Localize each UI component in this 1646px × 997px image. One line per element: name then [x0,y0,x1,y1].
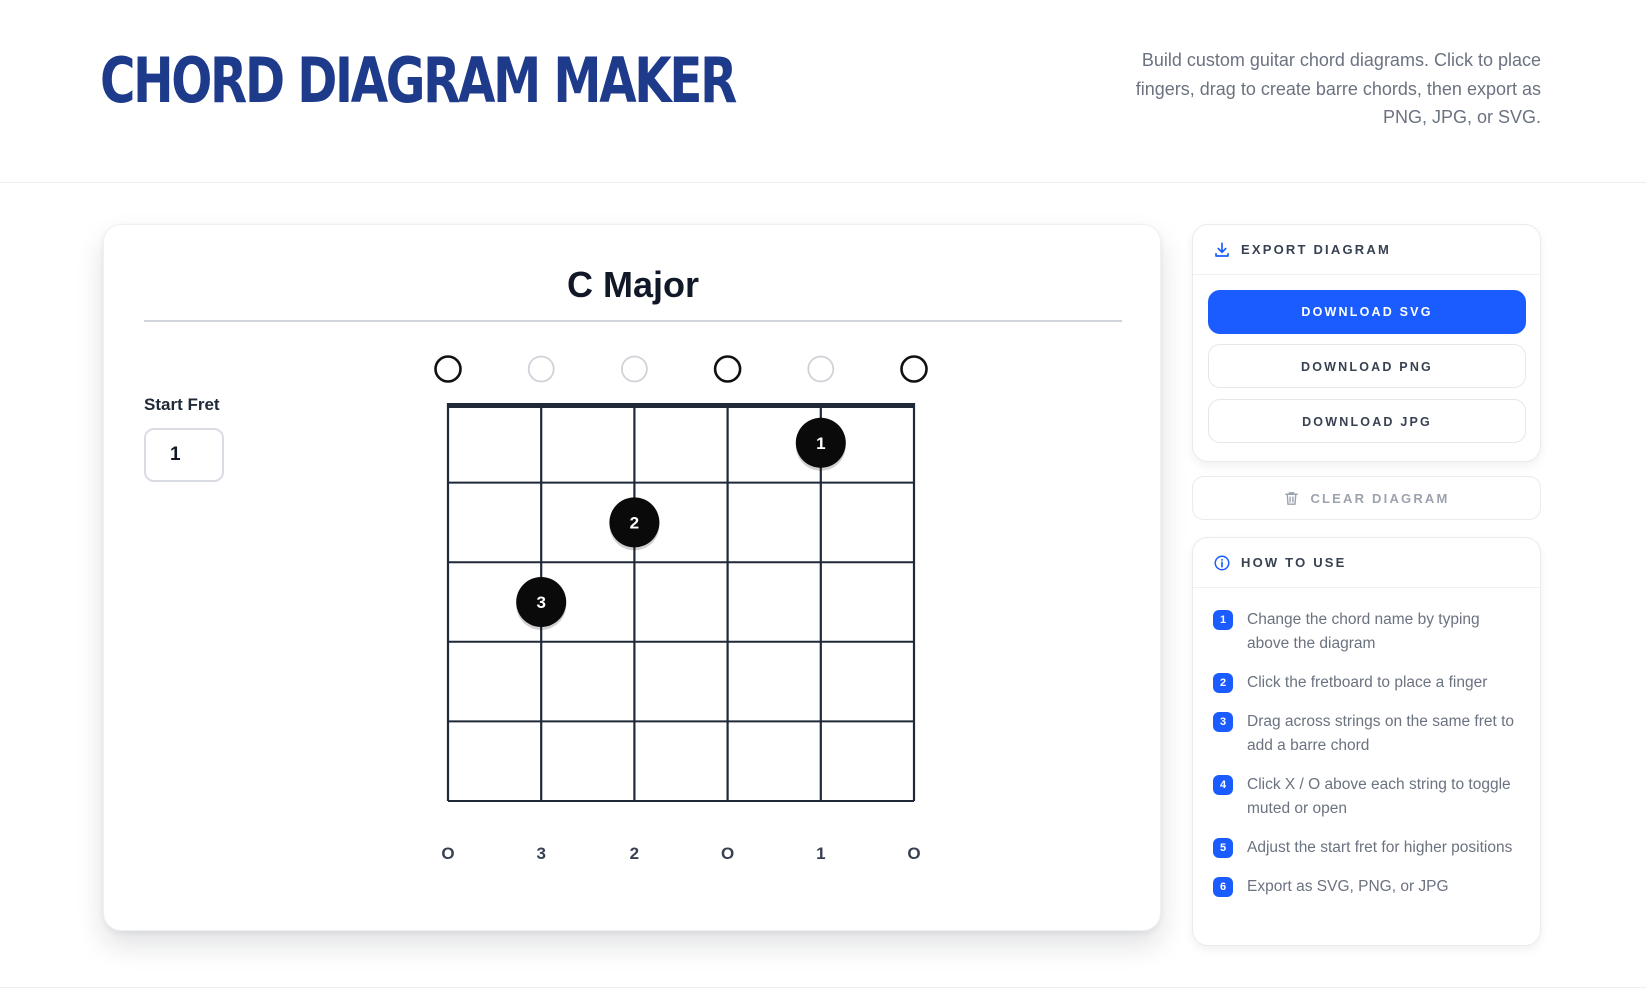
string-toggle-3[interactable] [621,355,648,383]
howto-panel: HOW TO USE 1 Change the chord name by ty… [1192,537,1541,946]
page-header: CHORD DIAGRAM MAKER Build custom guitar … [0,0,1646,183]
app-description: Build custom guitar chord diagrams. Clic… [1135,50,1541,127]
string-toggle-6[interactable] [900,355,928,383]
export-panel-header: EXPORT DIAGRAM [1193,225,1540,275]
howto-step: 3 Drag across strings on the same fret t… [1213,710,1520,758]
app-title: CHORD DIAGRAM MAKER [100,44,737,117]
clear-diagram-label: CLEAR DIAGRAM [1310,490,1450,506]
footer-divider [0,987,1646,988]
string-fret-label: O [907,844,920,863]
howto-panel-header: HOW TO USE [1193,538,1540,588]
string-fret-label: 3 [536,844,545,863]
finger-dot[interactable]: 3 [516,577,567,630]
trash-icon [1285,491,1299,505]
howto-step: 6 Export as SVG, PNG, or JPG [1213,875,1520,899]
step-text: Change the chord name by typing above th… [1247,611,1480,652]
string-fret-label: O [721,844,734,863]
string-toggle-2[interactable] [527,355,555,383]
step-text: Click the fretboard to place a finger [1247,674,1488,691]
download-png-button[interactable]: DOWNLOAD PNG [1208,344,1526,388]
howto-list: 1 Change the chord name by typing above … [1193,588,1540,899]
string-fret-label: 1 [816,844,825,863]
download-icon [1215,241,1229,257]
finger-dot-label: 3 [536,593,545,612]
bottom-label-row: O 3 2 O 1 O [441,844,920,863]
step-text: Click X / O above each string to toggle … [1247,776,1511,817]
howto-step: 1 Change the chord name by typing above … [1213,608,1520,656]
string-toggle-row [434,355,928,383]
string-toggle-1[interactable] [434,355,462,383]
finger-dot-label: 2 [630,513,639,532]
finger-dot[interactable]: 2 [609,497,660,551]
clear-diagram-button[interactable]: CLEAR DIAGRAM [1192,476,1541,520]
string-fret-label: 2 [630,844,639,863]
step-number-badge: 4 [1213,775,1233,795]
step-number-badge: 6 [1213,877,1233,897]
step-number-badge: 2 [1213,673,1233,693]
step-text: Export as SVG, PNG, or JPG [1247,878,1449,895]
string-toggle-4[interactable] [713,355,742,383]
info-icon [1214,555,1230,570]
download-jpg-button[interactable]: DOWNLOAD JPG [1208,399,1526,443]
export-panel: EXPORT DIAGRAM DOWNLOAD SVG DOWNLOAD PNG… [1192,224,1541,462]
string-toggle-5[interactable] [807,355,835,383]
howto-step: 4 Click X / O above each string to toggl… [1213,773,1520,821]
step-text: Drag across strings on the same fret to … [1247,713,1515,754]
step-number-badge: 3 [1213,712,1233,732]
howto-step: 2 Click the fretboard to place a finger [1213,671,1520,695]
fretboard-diagram: 1 2 3 O 3 2 O 1 O [434,355,928,863]
step-number-badge: 5 [1213,838,1233,858]
howto-step: 5 Adjust the start fret for higher posit… [1213,836,1520,860]
finger-dot[interactable]: 1 [795,417,846,471]
diagram-card: Start Fret 123 O32O1O [103,224,1161,931]
step-text: Adjust the start fret for higher positio… [1247,839,1513,856]
download-svg-button[interactable]: DOWNLOAD SVG [1208,290,1526,334]
string-fret-label: O [441,844,454,863]
export-panel-title: EXPORT DIAGRAM [1241,242,1391,257]
step-number-badge: 1 [1213,610,1233,630]
howto-panel-title: HOW TO USE [1241,555,1347,570]
finger-dot-label: 1 [816,434,825,453]
